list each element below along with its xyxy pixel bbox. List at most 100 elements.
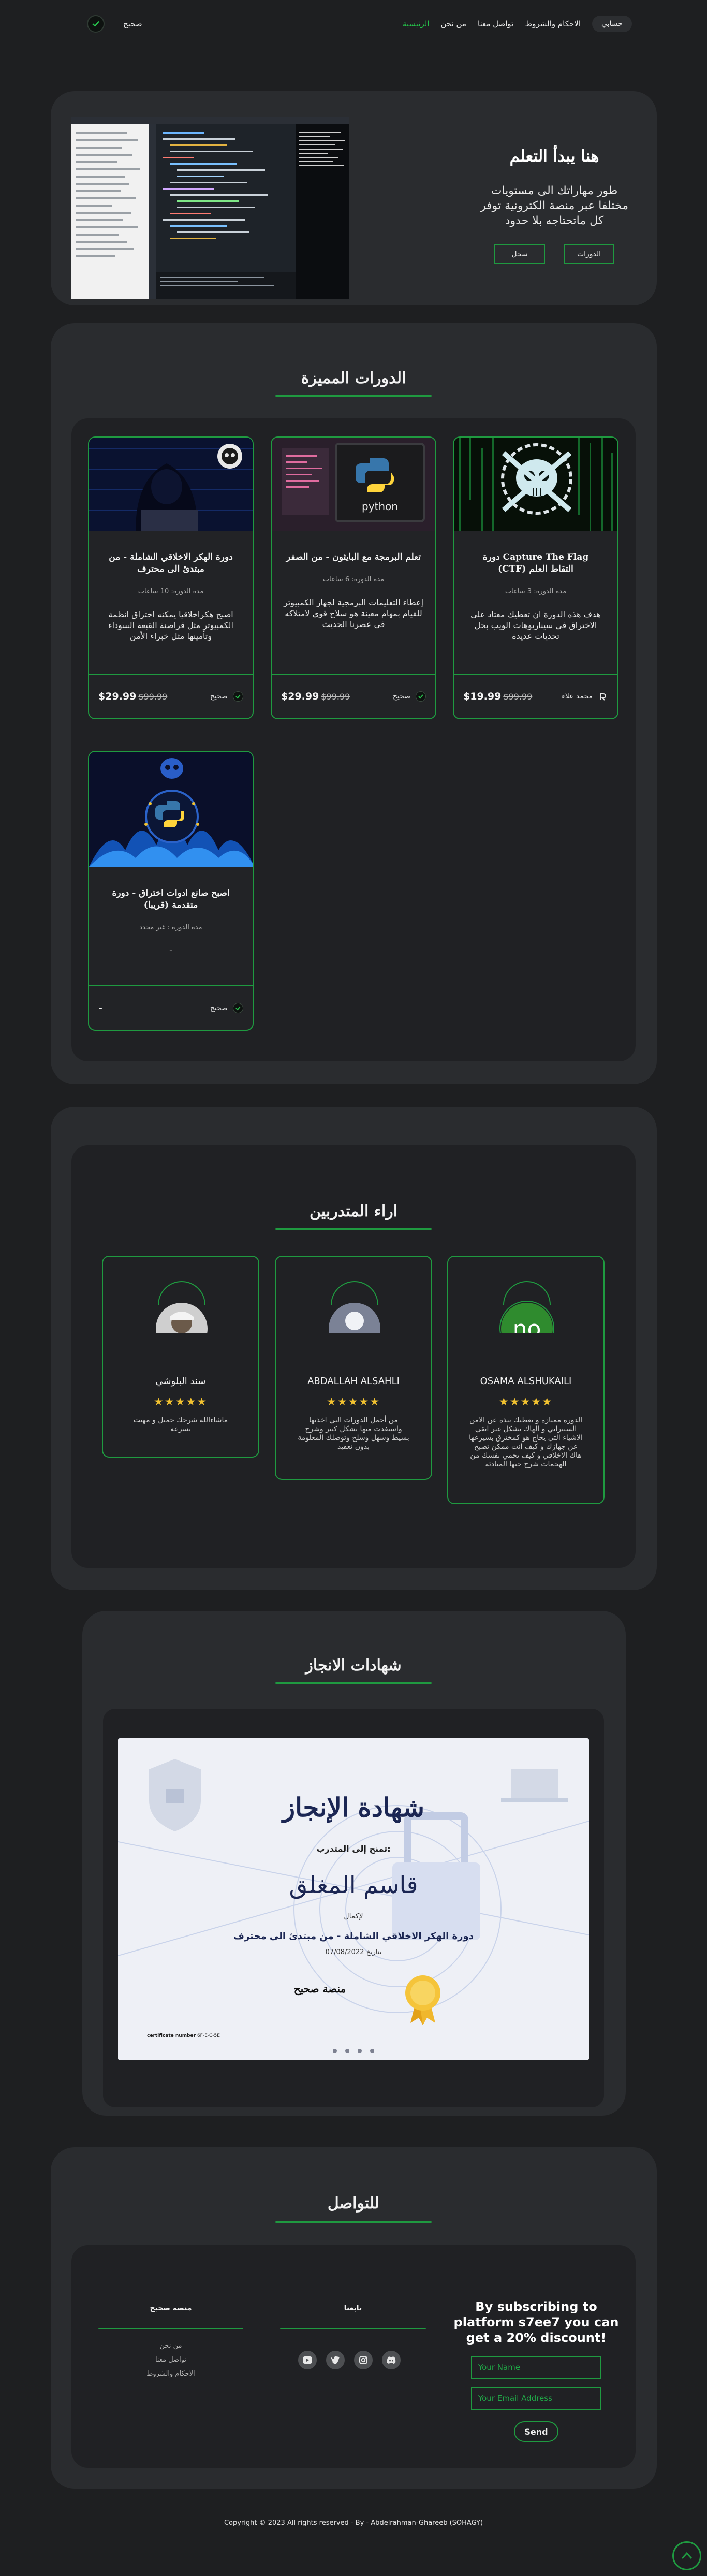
reviews-title-underline [275, 1228, 432, 1230]
course-price: $19.99 $99.99 [463, 691, 532, 702]
certificate-seal-icon [402, 1973, 444, 2025]
course-card[interactable]: اصبح صانع ادوات اختراق - دورة متقدمة (قر… [88, 751, 254, 1031]
price-old: $99.99 [138, 692, 168, 702]
hero-description: طور مهاراتك الى مستويات مختلفا عبر منصة … [480, 184, 628, 227]
price-old: $99.99 [503, 692, 533, 702]
course-footer: $19.99 $99.99 محمد علاء [454, 674, 617, 718]
author-name: محمد علاء [562, 692, 593, 701]
author-name: صحيح [210, 692, 228, 701]
top-nav: صحيح الرئيسية من نحن تواصل معنا الاحكام … [0, 0, 707, 48]
avatar-initials: no [513, 1316, 541, 1333]
course-footer: - صحيح [89, 985, 253, 1030]
hero-title: هنا يبدأ التعلم [509, 147, 599, 166]
course-title[interactable]: دورة الهكر الاخلاقي الشاملة - من مبتدئ ا… [89, 531, 253, 575]
subscribe-text: By subscribing to platform s7ee7 you can… [453, 2300, 619, 2345]
course-description: إعطاء التعليمات البرمجية لجهاز الكمبيوتر… [283, 598, 424, 629]
footer-link-about[interactable]: من نحن [98, 2342, 243, 2350]
review-card: سند البلوشي ★★★★★ ماشاءالله شرحك جميل و … [102, 1256, 259, 1458]
review-stars: ★★★★★ [498, 1395, 553, 1408]
course-title[interactable]: تعلم البرمجة مع البايثون - من الصفر [272, 531, 435, 563]
course-description: اصبح هكراخلاقيا يمكنه اختراق انظمة الكمب… [108, 609, 233, 641]
certificate-course-name: دورة الهكر الاخلاقي الشاملة - من مبتدئ ا… [233, 1931, 474, 1942]
certificate-image: شهادة الإنجاز تمنح إلى المتدرب: قاسم الم… [118, 1738, 589, 2060]
register-button[interactable]: سجل [494, 244, 545, 264]
course-title[interactable]: دورة Capture The Flag (CTF) التقاط العلم [454, 531, 617, 575]
discord-icon[interactable] [382, 2351, 401, 2369]
certificate-granted-to: تمنح إلى المتدرب: [316, 1844, 391, 1854]
nav-about[interactable]: من نحن [441, 19, 467, 28]
course-footer: $29.99 $99.99 صحيح [89, 674, 253, 718]
certificate-date: بتاريخ 07/08/2022 [118, 1948, 589, 1956]
certificate-number: certificate number 6F-E-C-5E [147, 2033, 220, 2039]
certificate-number-label: certificate number [147, 2033, 196, 2039]
email-input[interactable] [471, 2387, 601, 2410]
instagram-icon[interactable] [354, 2351, 373, 2369]
hacker-hoodie-image [89, 438, 253, 531]
review-card: ABDALLAH ALSAHLI ★★★★★ من أجمل الدورات ا… [275, 1256, 432, 1480]
review-avatar [153, 1276, 210, 1355]
follow-us-underline [280, 2328, 426, 2329]
nav-account-button[interactable]: حسابي [592, 16, 632, 32]
brand-logo-icon [87, 15, 105, 33]
send-button[interactable]: Send [514, 2421, 558, 2442]
follow-us-title: تابعنا [344, 2304, 362, 2312]
slider-dot[interactable] [333, 2049, 337, 2053]
footer-link-terms[interactable]: الاحكام والشروط [98, 2370, 243, 2378]
review-avatar: no [498, 1276, 555, 1356]
course-title[interactable]: اصبح صانع ادوات اختراق - دورة متقدمة (قر… [89, 867, 253, 911]
reviewer-name: سند البلوشي [155, 1376, 206, 1387]
youtube-icon[interactable] [298, 2351, 317, 2369]
platform-links-underline [98, 2328, 243, 2329]
hero-text: هنا يبدأ التعلم طور مهاراتك الى مستويات … [477, 147, 632, 228]
certificate-trainee-name: قاسم المغلق [289, 1871, 418, 1899]
course-card[interactable]: دورة Capture The Flag (CTF) التقاط العلم… [453, 436, 618, 719]
review-stars: ★★★★★ [326, 1395, 381, 1408]
course-author[interactable]: صحيح [210, 1003, 243, 1013]
certificate-heading: شهادة الإنجاز [282, 1792, 425, 1823]
reviews-title: اراء المتدربين [309, 1202, 398, 1220]
author-name: صحيح [392, 692, 410, 701]
course-price: $29.99 $99.99 [281, 691, 350, 702]
reviewer-name: OSAMA ALSHUKAILI [480, 1376, 572, 1387]
review-card: no OSAMA ALSHUKAILI ★★★★★ الدورة ممتازة … [447, 1256, 605, 1504]
course-author[interactable]: محمد علاء [562, 691, 608, 702]
author-logo-icon [416, 691, 426, 702]
contact-title: للتواصل [327, 2194, 380, 2213]
featured-title: الدورات المميزة [301, 369, 406, 387]
nav-home[interactable]: الرئيسية [403, 19, 430, 28]
price-current: $29.99 [98, 691, 137, 702]
course-author[interactable]: صحيح [393, 691, 426, 702]
certificates-title: شهادات الانجاز [305, 1656, 402, 1675]
certificate-for-completing: لإكمال [344, 1912, 363, 1920]
nav-terms[interactable]: الاحكام والشروط [525, 19, 581, 28]
course-duration: مدة الدورة: 6 ساعات [322, 576, 385, 584]
chevron-up-icon [681, 2552, 693, 2559]
nav-links: الرئيسية من نحن تواصل معنا الاحكام والشر… [403, 16, 632, 32]
slider-dot[interactable] [370, 2049, 374, 2053]
scroll-to-top-button[interactable] [672, 2541, 701, 2570]
course-duration: مدة الدورة: 10 ساعات [138, 588, 204, 595]
price-current: $29.99 [281, 691, 319, 702]
slider-dot[interactable] [358, 2049, 362, 2053]
slider-dot[interactable] [345, 2049, 349, 2053]
course-author[interactable]: صحيح [210, 691, 243, 702]
copyright-text: Copyright © 2023 All rights reserved - B… [224, 2519, 483, 2527]
course-duration: مدة الدورة: 3 ساعات [505, 588, 567, 595]
slider-dots [333, 2049, 374, 2053]
course-description: - [169, 945, 172, 955]
courses-button[interactable]: الدورات [564, 244, 614, 264]
brand[interactable]: صحيح [87, 15, 142, 33]
footer-link-contact[interactable]: تواصل معنا [98, 2356, 243, 2364]
author-logo-icon [233, 691, 243, 702]
hero-code-screenshot [71, 117, 349, 299]
course-card[interactable]: python تعلم البرمجة مع البايثون - من الص… [271, 436, 436, 719]
name-input[interactable] [471, 2356, 601, 2379]
twitter-icon[interactable] [326, 2351, 345, 2369]
certificate-background [118, 1738, 589, 2060]
course-card[interactable]: دورة الهكر الاخلاقي الشاملة - من مبتدئ ا… [88, 436, 254, 719]
nav-contact[interactable]: تواصل معنا [478, 19, 513, 28]
price-old: $99.99 [321, 692, 350, 702]
ctf-skull-image [454, 438, 617, 531]
price-current: $19.99 [463, 691, 502, 702]
author-name: صحيح [210, 1004, 228, 1012]
